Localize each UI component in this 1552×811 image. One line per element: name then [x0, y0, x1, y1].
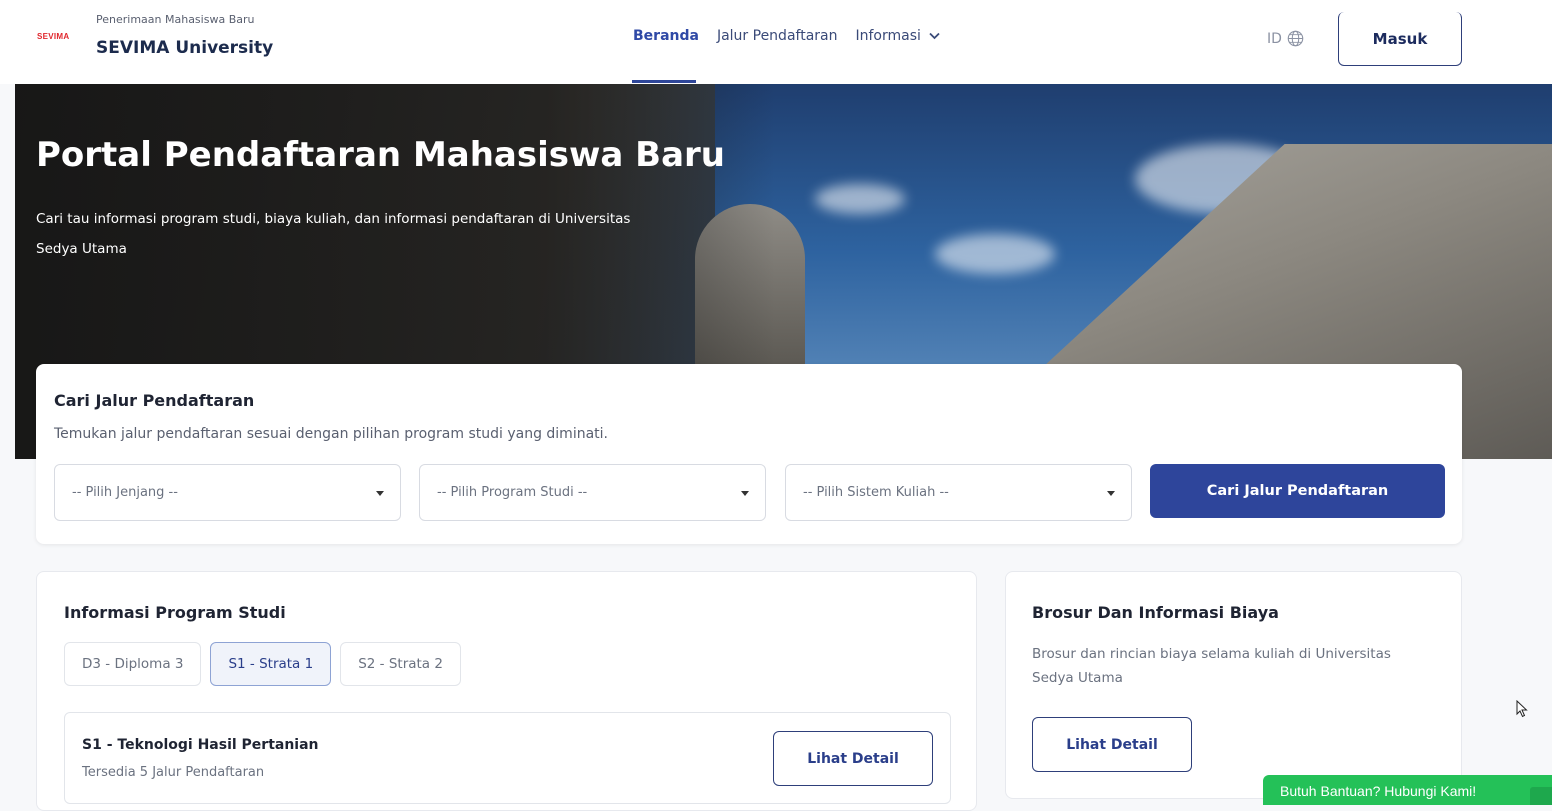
- select-jenjang[interactable]: -- Pilih Jenjang --: [54, 464, 401, 521]
- search-title: Cari Jalur Pendaftaran: [54, 391, 255, 410]
- brochure-description: Brosur dan rincian biaya selama kuliah d…: [1032, 646, 1391, 686]
- program-name: S1 - Teknologi Hasil Pertanian: [82, 737, 319, 753]
- search-subtitle: Temukan jalur pendaftaran sesuai dengan …: [54, 426, 608, 442]
- program-detail-button[interactable]: Lihat Detail: [773, 731, 933, 786]
- search-card: Cari Jalur Pendaftaran Temukan jalur pen…: [36, 364, 1462, 544]
- search-button[interactable]: Cari Jalur Pendaftaran: [1150, 464, 1445, 518]
- nav-jalur-pendaftaran[interactable]: Jalur Pendaftaran: [717, 28, 838, 44]
- whatsapp-icon[interactable]: [1530, 787, 1552, 805]
- program-list-item: S1 - Teknologi Hasil Pertanian Tersedia …: [64, 712, 951, 804]
- caret-down-icon: [741, 491, 749, 496]
- top-navbar: SEVIMA Penerimaan Mahasiswa Baru SEVIMA …: [0, 0, 1552, 84]
- program-info-title: Informasi Program Studi: [64, 603, 286, 622]
- brochure-detail-button[interactable]: Lihat Detail: [1032, 717, 1192, 772]
- nav-informasi-label: Informasi: [855, 28, 921, 44]
- language-code: ID: [1267, 30, 1282, 47]
- select-jenjang-placeholder: -- Pilih Jenjang --: [72, 485, 178, 500]
- caret-down-icon: [1107, 491, 1115, 496]
- program-path-count: Tersedia 5 Jalur Pendaftaran: [82, 765, 265, 780]
- chevron-down-icon: [929, 32, 940, 40]
- nav-beranda[interactable]: Beranda: [633, 28, 699, 44]
- caret-down-icon: [376, 491, 384, 496]
- hero-cloud: [815, 184, 905, 214]
- hero-cloud: [935, 234, 1055, 274]
- select-program-studi-placeholder: -- Pilih Program Studi --: [437, 485, 588, 500]
- main-nav: Beranda Jalur Pendaftaran Informasi: [633, 28, 940, 44]
- program-info-card: Informasi Program Studi D3 - Diploma 3 S…: [36, 571, 977, 811]
- select-sistem-kuliah[interactable]: -- Pilih Sistem Kuliah --: [785, 464, 1132, 521]
- select-program-studi[interactable]: -- Pilih Program Studi --: [419, 464, 766, 521]
- login-button[interactable]: Masuk: [1338, 12, 1462, 66]
- program-tabs: D3 - Diploma 3 S1 - Strata 1 S2 - Strata…: [64, 642, 461, 686]
- mouse-cursor-icon: [1516, 700, 1528, 718]
- language-switcher[interactable]: ID: [1267, 30, 1304, 47]
- brand-subtitle: Penerimaan Mahasiswa Baru: [96, 13, 255, 26]
- brand-title[interactable]: SEVIMA University: [96, 38, 273, 58]
- nav-informasi[interactable]: Informasi: [855, 28, 940, 44]
- globe-icon: [1287, 30, 1304, 47]
- select-sistem-kuliah-placeholder: -- Pilih Sistem Kuliah --: [803, 485, 949, 500]
- hero-description: Cari tau informasi program studi, biaya …: [36, 211, 631, 257]
- sevima-logo[interactable]: SEVIMA: [37, 32, 69, 41]
- help-chat-widget[interactable]: Butuh Bantuan? Hubungi Kami!: [1263, 775, 1552, 805]
- tab-s2[interactable]: S2 - Strata 2: [340, 642, 461, 686]
- hero-title: Portal Pendaftaran Mahasiswa Baru: [36, 135, 726, 175]
- brochure-card: Brosur Dan Informasi Biaya Brosur dan ri…: [1005, 571, 1462, 799]
- help-chat-label: Butuh Bantuan? Hubungi Kami!: [1280, 783, 1477, 799]
- nav-active-indicator: [632, 80, 696, 83]
- tab-s1[interactable]: S1 - Strata 1: [210, 642, 332, 686]
- brochure-title: Brosur Dan Informasi Biaya: [1032, 603, 1279, 622]
- tab-d3[interactable]: D3 - Diploma 3: [64, 642, 202, 686]
